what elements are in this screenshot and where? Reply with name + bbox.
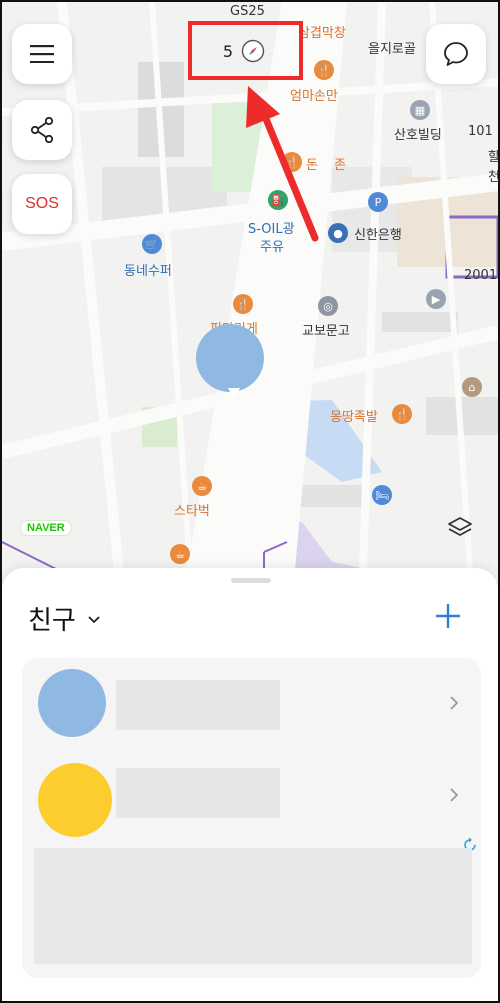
- friend-name-redacted: [116, 768, 280, 818]
- chevron-right-icon: [450, 788, 459, 802]
- chevron-right-icon: [450, 696, 459, 710]
- friend-row[interactable]: [22, 658, 481, 748]
- sheet-handle[interactable]: [231, 578, 271, 583]
- sheet-title: 친구: [28, 606, 76, 636]
- friends-dropdown[interactable]: 친구: [28, 600, 102, 637]
- friend-name-redacted: [116, 680, 280, 730]
- friend-avatar: [38, 669, 106, 737]
- friends-sheet[interactable]: 친구: [2, 568, 498, 1001]
- friends-list: [22, 658, 481, 978]
- friend-row[interactable]: [22, 750, 481, 840]
- redacted-content: [34, 848, 472, 964]
- annotation-arrow: [246, 86, 319, 242]
- chevron-down-icon: [88, 615, 100, 623]
- add-friend-button[interactable]: [434, 602, 462, 630]
- friend-avatar: [38, 763, 112, 837]
